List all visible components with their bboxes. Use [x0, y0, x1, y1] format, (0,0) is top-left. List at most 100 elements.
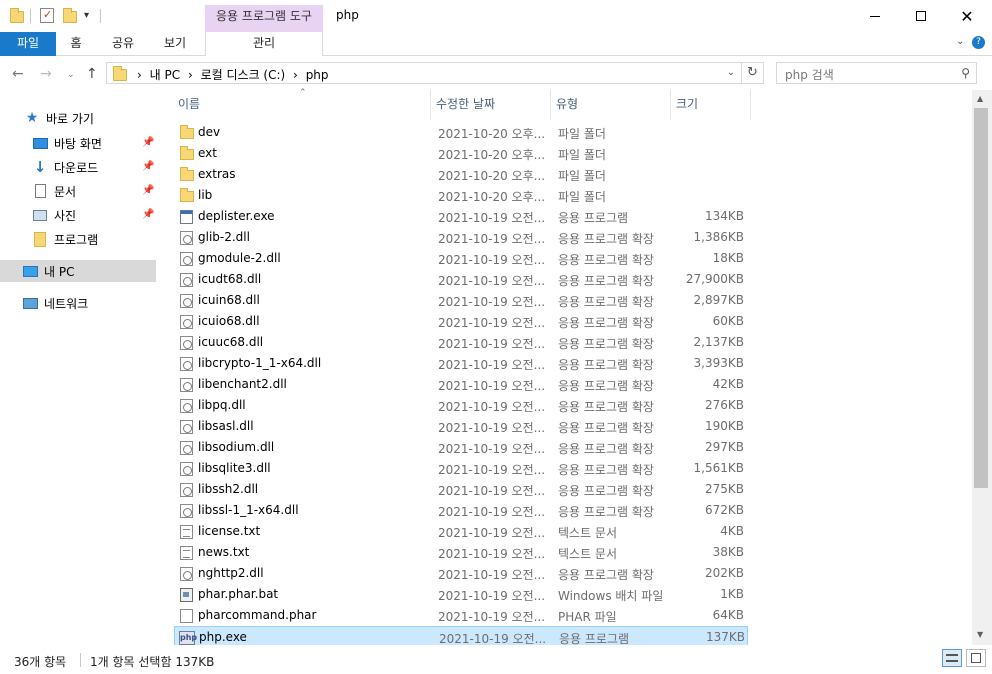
close-button[interactable]: ✕ — [944, 0, 990, 32]
help-icon[interactable]: ? — [972, 36, 985, 49]
forward-arrow-icon[interactable]: → — [40, 66, 52, 82]
file-row[interactable]: extras 2021-10-20 오후... 파일 폴더 — [174, 164, 748, 185]
breadcrumb-php[interactable]: php — [306, 68, 329, 82]
column-size[interactable]: 크기 — [672, 90, 750, 120]
sidebar-item-quick-access[interactable]: ★ 바로 가기 — [24, 107, 180, 129]
large-icons-view-button[interactable] — [966, 649, 986, 667]
up-arrow-icon[interactable]: ↑ — [86, 66, 98, 82]
column-divider[interactable] — [430, 90, 431, 120]
breadcrumb-separator[interactable]: › — [137, 68, 142, 82]
column-type[interactable]: 유형 — [552, 90, 670, 120]
expand-ribbon-icon[interactable]: ⌄ — [956, 36, 964, 47]
file-type: 응용 프로그램 확장 — [558, 337, 654, 351]
scroll-thumb[interactable] — [974, 108, 988, 488]
pin-icon[interactable]: 📌 — [142, 137, 154, 148]
file-row[interactable]: icuio68.dll 2021-10-19 오전... 응용 프로그램 확장 60K… — [174, 311, 748, 332]
text-file-icon — [180, 546, 193, 560]
refresh-button[interactable]: ↻ — [742, 62, 764, 84]
file-row[interactable]: libsqlite3.dll 2021-10-19 오전... 응용 프로그램 확장… — [174, 458, 748, 479]
dll-file-icon — [180, 378, 193, 392]
search-input[interactable]: php 검색 — [785, 66, 834, 83]
tab-manage[interactable]: 관리 — [205, 32, 323, 56]
column-date-modified[interactable]: 수정한 날짜 — [432, 90, 550, 120]
address-dropdown-icon[interactable]: ⌄ — [727, 67, 735, 78]
breadcrumb-separator[interactable]: › — [293, 68, 298, 82]
file-type: 응용 프로그램 확장 — [558, 379, 654, 393]
back-arrow-icon[interactable]: ← — [12, 66, 24, 82]
breadcrumb-local-disk[interactable]: 로컬 디스크 (C:) — [201, 68, 286, 82]
pin-icon[interactable]: 📌 — [142, 209, 154, 220]
file-row[interactable]: deplister.exe 2021-10-19 오전... 응용 프로그램 134K… — [174, 206, 748, 227]
file-row[interactable]: libcrypto-1_1-x64.dll 2021-10-19 오전... 응용 … — [174, 353, 748, 374]
column-divider[interactable] — [550, 90, 551, 120]
file-row[interactable]: php php.exe 2021-10-19 오전... 응용 프로그램 137KB — [174, 626, 748, 647]
file-row[interactable]: libsasl.dll 2021-10-19 오전... 응용 프로그램 확장 190… — [174, 416, 748, 437]
file-name: icuin68.dll — [198, 293, 260, 307]
sidebar-item-my-pc[interactable]: 내 PC — [0, 260, 156, 282]
file-row[interactable]: libssl-1_1-x64.dll 2021-10-19 오전... 응용 프로그… — [174, 500, 748, 521]
file-row[interactable]: phar.phar.bat 2021-10-19 오전... Windows 배치 … — [174, 584, 748, 605]
file-date-modified: 2021-10-20 오후... — [438, 127, 546, 141]
file-row[interactable]: libpq.dll 2021-10-19 오전... 응용 프로그램 확장 276KB — [174, 395, 748, 416]
file-size: 60KB — [712, 314, 744, 328]
scroll-down-icon[interactable]: ▼ — [977, 630, 983, 639]
file-row[interactable]: nghttp2.dll 2021-10-19 오전... 응용 프로그램 확장 202… — [174, 563, 748, 584]
file-date-modified: 2021-10-19 오전... — [438, 379, 546, 393]
file-row[interactable]: gmodule-2.dll 2021-10-19 오전... 응용 프로그램 확장 1… — [174, 248, 748, 269]
file-row[interactable]: glib-2.dll 2021-10-19 오전... 응용 프로그램 확장 1,38… — [174, 227, 748, 248]
file-date-modified: 2021-10-20 오후... — [438, 169, 546, 183]
file-row[interactable]: icuuc68.dll 2021-10-19 오전... 응용 프로그램 확장 2,1… — [174, 332, 748, 353]
tab-file[interactable]: 파일 — [0, 32, 56, 56]
file-row[interactable]: icudt68.dll 2021-10-19 오전... 응용 프로그램 확장 27,… — [174, 269, 748, 290]
dll-file-icon — [180, 357, 193, 371]
file-type: 응용 프로그램 확장 — [558, 295, 654, 309]
file-row[interactable]: libenchant2.dll 2021-10-19 오전... 응용 프로그램 확… — [174, 374, 748, 395]
folder-icon — [10, 8, 26, 24]
file-row[interactable]: pharcommand.phar 2021-10-19 오전... PHAR 파일 6… — [174, 605, 748, 626]
star-icon: ★ — [25, 110, 39, 126]
tab-view[interactable]: 보기 — [156, 32, 194, 56]
column-header: ⌃ 이름 수정한 날짜 유형 크기 — [174, 88, 751, 120]
address-bar[interactable]: › 내 PC › 로컬 디스크 (C:) › php ⌄ — [106, 62, 742, 84]
column-divider[interactable] — [750, 90, 751, 120]
recent-chevron-icon[interactable]: ⌄ — [67, 70, 75, 80]
tab-home[interactable]: 홈 — [62, 32, 90, 56]
column-divider[interactable] — [670, 90, 671, 120]
file-row[interactable]: dev 2021-10-20 오후... 파일 폴더 — [174, 122, 748, 143]
sidebar-item-label: 바탕 화면 — [54, 136, 102, 151]
details-view-button[interactable] — [942, 649, 962, 667]
file-type: 응용 프로그램 확장 — [558, 463, 654, 477]
breadcrumb-my-pc[interactable]: 내 PC — [150, 68, 180, 82]
new-folder-icon[interactable] — [63, 8, 79, 24]
file-size: 190KB — [704, 419, 744, 433]
file-name: license.txt — [198, 524, 261, 538]
vertical-scrollbar[interactable]: ▲ ▼ — [972, 90, 992, 645]
file-row[interactable]: news.txt 2021-10-19 오전... 텍스트 문서 38KB — [174, 542, 748, 563]
file-row[interactable]: ext 2021-10-20 오후... 파일 폴더 — [174, 143, 748, 164]
file-row[interactable]: license.txt 2021-10-19 오전... 텍스트 문서 4KB — [174, 521, 748, 542]
scroll-up-icon[interactable]: ▲ — [977, 94, 983, 103]
dll-file-icon — [180, 567, 193, 581]
pin-icon[interactable]: 📌 — [142, 185, 154, 196]
customize-qat-icon[interactable]: ▾ — [84, 8, 100, 24]
pin-icon[interactable]: 📌 — [142, 161, 154, 172]
minimize-button[interactable] — [852, 0, 898, 32]
search-box[interactable]: php 검색 ⚲ — [776, 62, 977, 84]
dll-file-icon — [180, 504, 193, 518]
folder-icon — [32, 231, 48, 247]
file-list: ⌃ 이름 수정한 날짜 유형 크기 dev 2021-10-20 오후... 파일 … — [160, 88, 972, 647]
column-name[interactable]: 이름 — [174, 90, 430, 120]
file-type: 응용 프로그램 확장 — [558, 421, 654, 435]
properties-icon[interactable]: ✓ — [40, 8, 54, 23]
file-row[interactable]: libsodium.dll 2021-10-19 오전... 응용 프로그램 확장 2… — [174, 437, 748, 458]
sidebar-item-label: 내 PC — [44, 264, 75, 279]
file-row[interactable]: libssh2.dll 2021-10-19 오전... 응용 프로그램 확장 275… — [174, 479, 748, 500]
file-date-modified: 2021-10-19 오전... — [438, 253, 546, 267]
breadcrumb-separator[interactable]: › — [188, 68, 193, 82]
sidebar-item-network[interactable]: 네트워크 — [22, 292, 178, 314]
maximize-button[interactable] — [898, 0, 944, 32]
tab-share[interactable]: 공유 — [104, 32, 142, 56]
file-row[interactable]: icuin68.dll 2021-10-19 오전... 응용 프로그램 확장 2,8… — [174, 290, 748, 311]
dll-file-icon — [180, 252, 193, 266]
file-row[interactable]: lib 2021-10-20 오후... 파일 폴더 — [174, 185, 748, 206]
